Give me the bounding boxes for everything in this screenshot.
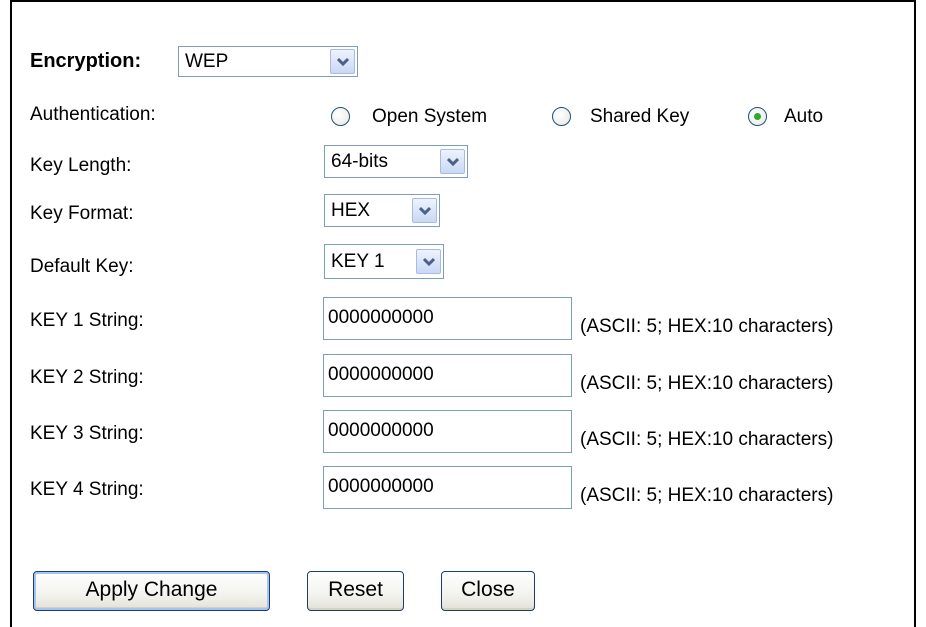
close-button[interactable]: Close [441,571,535,611]
radio-shared-key[interactable] [552,107,571,126]
authentication-label: Authentication: [30,104,156,125]
encryption-label: Encryption: [30,50,142,72]
radio-shared-key-label[interactable]: Shared Key [590,106,689,128]
radio-auto-label[interactable]: Auto [784,106,823,128]
reset-button[interactable]: Reset [307,571,404,611]
radio-open-system[interactable] [331,107,350,126]
radio-open-system-label[interactable]: Open System [372,106,487,128]
key1-label: KEY 1 String: [30,310,144,331]
key-length-label: Key Length: [30,155,132,176]
default-key-select[interactable]: KEY 1 [324,244,444,279]
key3-input[interactable]: 0000000000 [323,410,572,453]
default-key-label: Default Key: [30,256,134,277]
key2-hint: (ASCII: 5; HEX:10 characters) [580,373,834,394]
key1-input[interactable]: 0000000000 [323,297,572,340]
key1-input-value: 0000000000 [328,307,434,328]
encryption-select-value: WEP [185,51,229,72]
default-key-select-value: KEY 1 [331,251,385,272]
key4-hint: (ASCII: 5; HEX:10 characters) [580,485,834,506]
radio-checked-dot [754,113,761,120]
key-length-select-value: 64-bits [331,151,389,172]
key2-input[interactable]: 0000000000 [323,354,572,397]
key2-input-value: 0000000000 [328,364,434,385]
key-length-select[interactable]: 64-bits [324,145,468,178]
radio-auto[interactable] [748,107,767,126]
key2-label: KEY 2 String: [30,367,144,388]
key1-hint: (ASCII: 5; HEX:10 characters) [580,316,834,337]
chevron-down-icon[interactable] [412,198,437,223]
encryption-select[interactable]: WEP [178,46,358,77]
key3-hint: (ASCII: 5; HEX:10 characters) [580,429,834,450]
key-format-label: Key Format: [30,203,134,224]
key-format-select-value: HEX [331,200,371,221]
chevron-down-icon[interactable] [330,49,355,74]
key3-input-value: 0000000000 [328,420,434,441]
key4-label: KEY 4 String: [30,479,144,500]
chevron-down-icon[interactable] [416,249,441,274]
apply-change-button[interactable]: Apply Change [33,571,270,611]
key-format-select[interactable]: HEX [324,194,440,227]
key4-input-value: 0000000000 [328,476,434,497]
chevron-down-icon[interactable] [440,149,465,174]
key4-input[interactable]: 0000000000 [323,466,572,509]
key3-label: KEY 3 String: [30,423,144,444]
